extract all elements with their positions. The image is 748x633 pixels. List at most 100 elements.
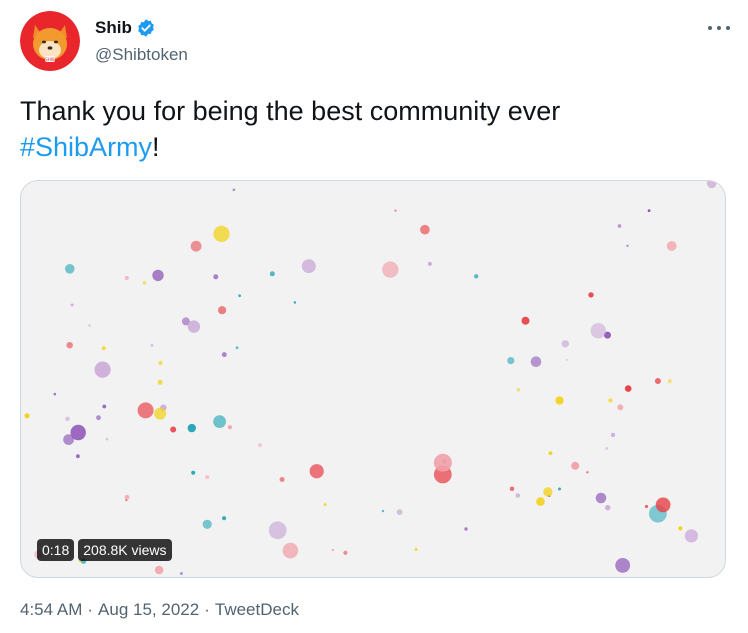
confetti-dot <box>137 402 154 419</box>
confetti-dot <box>654 378 661 384</box>
confetti-dot <box>187 320 201 333</box>
confetti-dot <box>170 426 177 433</box>
confetti-dot <box>605 505 611 511</box>
confetti-dot <box>154 407 167 420</box>
confetti-dot <box>279 477 285 482</box>
confetti-dot <box>433 453 452 472</box>
confetti-dot <box>617 404 624 411</box>
confetti-dot <box>558 487 561 491</box>
confetti-dot <box>516 388 521 392</box>
confetti-dot <box>158 360 163 366</box>
confetti-dot <box>706 181 717 189</box>
confetti-dot <box>142 280 147 285</box>
tweet-meta: 4:54 AM · Aug 15, 2022 · TweetDeck <box>20 600 299 620</box>
confetti-dot <box>588 292 594 298</box>
confetti-dot <box>76 454 80 459</box>
confetti-dot <box>615 558 631 573</box>
hashtag-link[interactable]: #ShibArmy <box>20 132 152 162</box>
confetti-dot <box>655 497 671 513</box>
confetti-dot <box>561 340 569 348</box>
confetti-dot <box>301 259 316 274</box>
confetti-dot <box>515 493 521 498</box>
confetti-dot <box>227 425 232 430</box>
confetti-dot <box>24 413 30 419</box>
confetti-dot <box>309 464 324 479</box>
confetti-dot <box>157 379 163 385</box>
confetti-dot <box>218 306 227 315</box>
confetti-dot <box>105 437 109 441</box>
confetti-dot <box>96 415 101 421</box>
avatar[interactable]: SHIB <box>20 11 80 71</box>
confetti-dot <box>124 494 130 500</box>
confetti-dot <box>66 342 73 349</box>
confetti-dot <box>626 244 629 247</box>
confetti-dot <box>331 548 334 552</box>
confetti-dot <box>293 301 297 304</box>
confetti-dot <box>101 346 106 351</box>
confetti-dot <box>70 424 86 441</box>
tweet-source[interactable]: TweetDeck <box>215 600 299 620</box>
confetti-dot <box>586 471 589 474</box>
confetti-dot <box>565 358 568 361</box>
confetti-dot <box>323 503 327 506</box>
confetti-dot <box>222 516 227 521</box>
confetti-dot <box>590 323 606 339</box>
confetti-dot <box>343 550 348 555</box>
confetti-dot <box>213 274 219 280</box>
confetti-dot <box>187 423 196 433</box>
confetti-dot <box>666 241 677 251</box>
confetti-dot <box>70 303 74 307</box>
confetti-dot <box>268 521 287 540</box>
tweet-time[interactable]: 4:54 AM <box>20 600 82 620</box>
confetti-dot <box>282 542 299 559</box>
confetti-dot <box>624 385 632 392</box>
confetti-dot <box>667 379 672 384</box>
svg-text:SHIB: SHIB <box>45 57 55 62</box>
confetti-dot <box>213 415 227 428</box>
more-horizontal-icon[interactable] <box>708 22 730 34</box>
handle[interactable]: @Shibtoken <box>95 45 188 65</box>
confetti-dot <box>543 487 553 497</box>
confetti-dot <box>53 392 57 396</box>
confetti-dot <box>382 261 399 278</box>
confetti-dot <box>150 344 154 347</box>
tweet-suffix: ! <box>152 132 160 162</box>
confetti-dot <box>381 509 385 513</box>
confetti-dot <box>647 209 651 212</box>
confetti-dot <box>420 224 430 235</box>
confetti-dot <box>644 504 649 509</box>
confetti-dot <box>617 224 622 228</box>
author-name-row[interactable]: Shib <box>95 18 156 38</box>
meta-separator: · <box>204 600 210 619</box>
confetti-dot <box>414 548 418 551</box>
confetti-dot <box>65 264 75 274</box>
video-duration: 0:18 <box>37 539 75 561</box>
confetti-dot <box>205 475 210 480</box>
video-views: 208.8K views <box>78 539 172 561</box>
tweet-date[interactable]: Aug 15, 2022 <box>98 600 199 620</box>
confetti-dot <box>396 509 403 515</box>
confetti-dot <box>94 361 111 378</box>
confetti-dot <box>269 271 275 277</box>
confetti-dot <box>507 357 515 365</box>
confetti-dot <box>154 565 164 575</box>
confetti-dot <box>509 486 515 492</box>
confetti-dot <box>152 269 164 282</box>
display-name[interactable]: Shib <box>95 18 132 38</box>
confetti-dot <box>474 274 479 279</box>
tweet-body: Thank you for being the best community e… <box>20 96 561 126</box>
confetti-dot <box>124 276 129 280</box>
confetti-dot <box>555 396 564 405</box>
video-overlay: 0:18 208.8K views <box>37 539 172 561</box>
confetti-dot <box>65 416 70 422</box>
confetti-dot <box>536 497 545 506</box>
confetti-dot <box>258 443 262 447</box>
confetti-dot <box>605 447 609 450</box>
confetti-dot <box>179 572 183 575</box>
confetti-dot <box>464 527 468 531</box>
confetti-dot <box>427 261 432 266</box>
meta-separator: · <box>87 600 94 619</box>
video-player[interactable]: 0:18 208.8K views <box>20 180 726 578</box>
confetti-dot <box>394 209 397 212</box>
confetti-dot <box>235 346 239 350</box>
